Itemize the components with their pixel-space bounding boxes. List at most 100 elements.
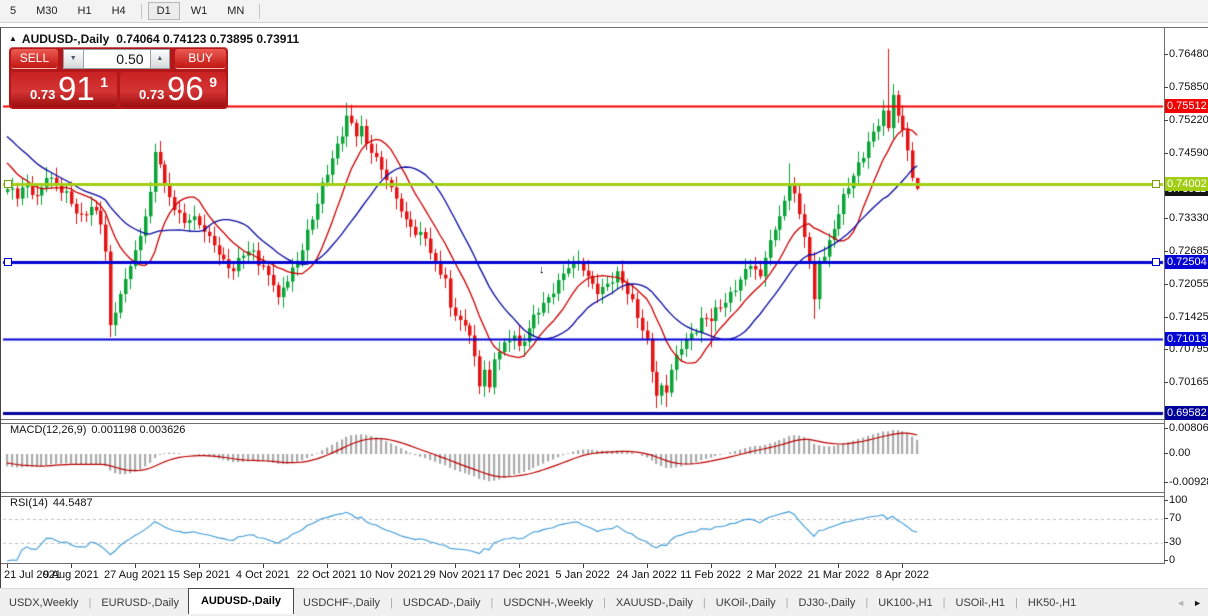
date-axis-tick (838, 564, 839, 568)
date-axis-tick (391, 564, 392, 568)
chart-symbol-label: AUDUSD-,Daily (22, 32, 109, 46)
price-axis-label: 0.74590 (1169, 147, 1208, 160)
chart-tab-usdx-weekly[interactable]: USDX,Weekly (0, 593, 87, 613)
volume-increase-button[interactable]: ▲ (150, 49, 171, 69)
date-axis-label: 9 Aug 2021 (43, 569, 99, 581)
bid-price-pip: 1 (100, 74, 108, 90)
date-axis-label: 10 Nov 2021 (360, 569, 422, 581)
timeframe-button-mn[interactable]: MN (218, 2, 253, 20)
volume-input[interactable] (84, 49, 150, 69)
date-axis-tick (71, 564, 72, 568)
tab-scroll-right-icon[interactable]: ► (1193, 598, 1202, 608)
rsi-axis-label: 70 (1169, 512, 1181, 525)
bid-price-big: 91 (58, 70, 95, 108)
timeframe-button-w1[interactable]: W1 (182, 2, 217, 20)
chart-tab-ukoil-daily[interactable]: UKOil-,Daily (707, 593, 785, 613)
rsi-axis-label: 100 (1169, 494, 1187, 507)
date-axis-tick (519, 564, 520, 568)
date-axis-label: 15 Sep 2021 (168, 569, 230, 581)
chart-tab-usoil-h1[interactable]: USOil-,H1 (947, 593, 1015, 613)
date-axis-tick (135, 564, 136, 568)
date-axis-label: 24 Jan 2022 (616, 569, 677, 581)
timeframe-button-h1[interactable]: H1 (69, 2, 101, 20)
hline-drag-handle[interactable] (1152, 180, 1160, 188)
ask-price-prefix: 0.73 (139, 87, 164, 102)
ask-price-big: 96 (167, 70, 204, 108)
chart-tab-uk100-h1[interactable]: UK100-,H1 (869, 593, 941, 613)
chart-ohlc-values: 0.74064 0.74123 0.73895 0.73911 (116, 32, 299, 46)
chart-window: ▲ AUDUSD-,Daily 0.74064 0.74123 0.73895 0.… (0, 27, 1208, 589)
date-axis-tick (7, 564, 8, 568)
date-axis-label: 21 Mar 2022 (808, 569, 870, 581)
price-axis-tag: 0.74002 (1165, 177, 1208, 191)
ask-price-display: 0.73 96 9 (120, 72, 226, 107)
date-axis-tick (775, 564, 776, 568)
date-axis-label: 27 Aug 2021 (104, 569, 166, 581)
bid-price-prefix: 0.73 (30, 87, 55, 102)
toolbar-separator (259, 4, 260, 19)
date-axis-tick (199, 564, 200, 568)
toolbar-separator (141, 4, 142, 19)
price-axis-tag: 0.69582 (1165, 406, 1208, 420)
chart-tab-usdcad-daily[interactable]: USDCAD-,Daily (394, 593, 490, 613)
rsi-axis-label: 30 (1169, 536, 1181, 549)
hline-drag-handle[interactable] (4, 180, 12, 188)
date-axis-label: 8 Apr 2022 (876, 569, 929, 581)
date-axis-label: 5 Jan 2022 (555, 569, 609, 581)
ask-price-pip: 9 (209, 74, 217, 90)
chart-tab-usdchf-daily[interactable]: USDCHF-,Daily (294, 593, 389, 613)
date-axis-label: 22 Oct 2021 (297, 569, 357, 581)
timeframe-toolbar: 5M30H1H4 D1W1MN (0, 0, 1208, 23)
macd-indicator-label: MACD(12,26,9)0.001198 0.003626 (10, 424, 185, 436)
price-axis-tag: 0.75512 (1165, 99, 1208, 113)
chart-tab-bar: USDX,Weekly|EURUSD-,DailyAUDUSD-,DailyUS… (0, 588, 1208, 616)
chart-tab-audusd-daily[interactable]: AUDUSD-,Daily (188, 588, 294, 614)
chart-tab-hk50-h1[interactable]: HK50-,H1 (1019, 593, 1085, 613)
date-axis-tick (647, 564, 648, 568)
price-axis-label: 0.73330 (1169, 212, 1208, 225)
volume-decrease-button[interactable]: ▼ (63, 49, 84, 69)
date-axis-tick (583, 564, 584, 568)
one-click-trade-panel: SELL ▼ ▲ BUY 0.73 91 1 0.73 96 9 (9, 47, 228, 109)
tab-scroll-left-icon[interactable]: ◄ (1176, 598, 1185, 608)
trading-platform-window: { "toolbar": { "items": ["5", "M30", "H1… (0, 0, 1208, 615)
date-axis-label: 29 Nov 2021 (424, 569, 486, 581)
bid-price-display: 0.73 91 1 (11, 72, 117, 107)
price-axis-label: 0.72055 (1169, 278, 1208, 291)
macd-axis-label: 0.00 (1169, 447, 1190, 460)
chart-title: ▲ AUDUSD-,Daily 0.74064 0.74123 0.73895 0.… (9, 32, 299, 46)
date-axis-tick (711, 564, 712, 568)
timeframe-button-h4[interactable]: H4 (103, 2, 135, 20)
down-arrow-marker[interactable]: ↓ (539, 264, 545, 276)
timeframe-button-d1[interactable]: D1 (148, 2, 180, 20)
timeframe-button-m30[interactable]: M30 (27, 2, 66, 20)
price-axis-label: 0.71425 (1169, 311, 1208, 324)
price-axis-tag: 0.71013 (1165, 332, 1208, 346)
date-axis-label: 11 Feb 2022 (680, 569, 741, 581)
price-axis-label: 0.70165 (1169, 376, 1208, 389)
price-axis-label: 0.76480 (1169, 48, 1208, 61)
rsi-indicator-label: RSI(14)44.5487 (10, 497, 93, 509)
date-axis-label: 17 Dec 2021 (487, 569, 549, 581)
price-axis-tag: 0.72504 (1165, 255, 1208, 269)
hline-drag-handle[interactable] (1152, 258, 1160, 266)
macd-axis-label: 0.008061 (1169, 422, 1208, 435)
hline-drag-handle[interactable] (4, 258, 12, 266)
sell-button[interactable]: SELL (11, 49, 58, 69)
date-axis-label: 2 Mar 2022 (747, 569, 803, 581)
pane-splitter[interactable] (1, 492, 1164, 497)
chart-tab-usdcnh-weekly[interactable]: USDCNH-,Weekly (494, 593, 602, 613)
macd-axis-label: -0.009286 (1169, 476, 1208, 489)
rsi-axis-label: 0 (1169, 554, 1175, 567)
chart-tab-xauusd-daily[interactable]: XAUUSD-,Daily (607, 593, 702, 613)
collapse-panel-icon[interactable]: ▲ (9, 34, 17, 43)
buy-button[interactable]: BUY (175, 49, 226, 69)
date-axis-label: 4 Oct 2021 (236, 569, 290, 581)
chart-tab-dj30-daily[interactable]: DJ30-,Daily (790, 593, 865, 613)
date-axis-tick (327, 564, 328, 568)
date-axis-tick (455, 564, 456, 568)
chart-tab-eurusd-daily[interactable]: EURUSD-,Daily (92, 593, 188, 613)
timeframe-button-5[interactable]: 5 (1, 2, 25, 20)
price-axis-label: 0.75220 (1169, 114, 1208, 127)
date-axis-tick (902, 564, 903, 568)
